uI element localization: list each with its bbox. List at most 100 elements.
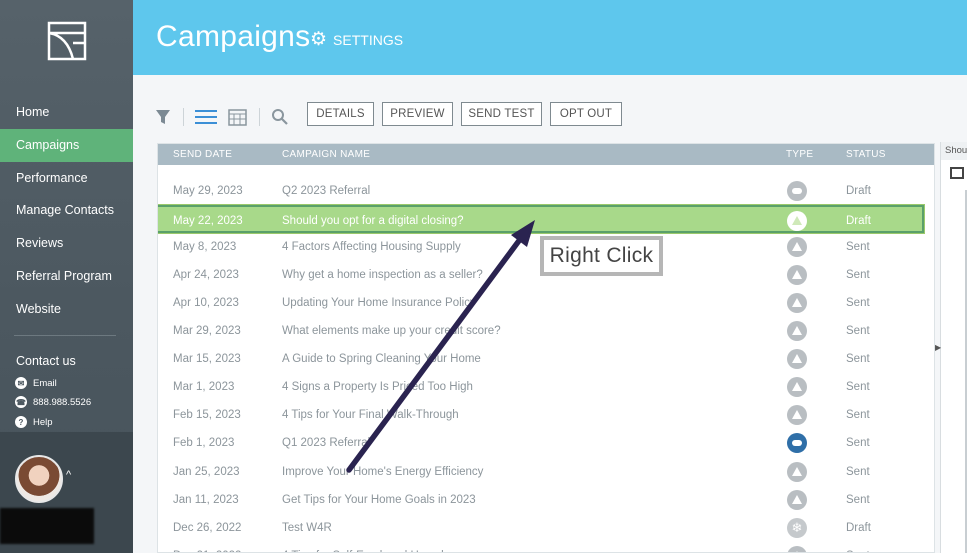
- nav-item-referral-program[interactable]: Referral Program: [0, 260, 133, 293]
- table-row[interactable]: Apr 10, 2023 Updating Your Home Insurance…: [158, 289, 934, 317]
- nav-item-home[interactable]: Home: [0, 96, 133, 129]
- nav-item-reviews[interactable]: Reviews: [0, 227, 133, 260]
- send-date-cell: May 8, 2023: [173, 241, 237, 254]
- campaign-name-cell: 4 Tips for Your Final Walk-Through: [282, 409, 459, 422]
- table-row[interactable]: Mar 15, 2023 A Guide to Spring Cleaning Y…: [158, 345, 934, 373]
- triangle-icon: [787, 321, 807, 342]
- gear-icon: ⚙: [310, 29, 328, 50]
- opt-out-button[interactable]: OPT OUT: [550, 102, 622, 126]
- avatar[interactable]: [15, 455, 63, 503]
- campaign-name-cell: 4 Signs a Property Is Priced Too High: [282, 381, 473, 394]
- campaign-name-cell: Test W4R: [282, 521, 332, 534]
- triangle-icon: [787, 211, 807, 232]
- triangle-icon: [787, 293, 807, 314]
- table-row[interactable]: Dec 21, 2022 4 Tips for Self-Employed Hom…: [158, 542, 934, 552]
- contact-help-label: Help: [33, 416, 53, 428]
- table-row[interactable]: Dec 26, 2022 Test W4R ❄ Draft: [158, 514, 934, 542]
- send-date-cell: Dec 21, 2022: [173, 550, 241, 552]
- triangle-icon: [787, 545, 807, 552]
- campaign-name-cell: Q1 2023 Referral: [282, 437, 371, 450]
- preview-button[interactable]: PREVIEW: [382, 102, 453, 126]
- table-row[interactable]: Mar 1, 2023 4 Signs a Property Is Priced …: [158, 373, 934, 401]
- right-click-callout: Right Click: [540, 236, 663, 276]
- send-date-cell: Jan 11, 2023: [173, 493, 239, 506]
- profile-panel[interactable]: ^: [0, 432, 133, 553]
- table-row[interactable]: Jan 11, 2023 Get Tips for Your Home Goals…: [158, 486, 934, 514]
- send-date-cell: Jan 25, 2023: [173, 465, 240, 478]
- campaign-name-cell: Should you opt for a digital closing?: [282, 215, 464, 228]
- campaign-name-cell: 4 Factors Affecting Housing Supply: [282, 241, 461, 254]
- column-header-send-date[interactable]: SEND DATE: [173, 149, 232, 160]
- nav-item-performance[interactable]: Performance: [0, 162, 133, 195]
- campaign-name-cell: Improve Your Home's Energy Efficiency: [282, 465, 484, 478]
- triangle-icon: [787, 461, 807, 482]
- settings-label: SETTINGS: [333, 31, 404, 48]
- table-row[interactable]: Feb 15, 2023 4 Tips for Your Final Walk-T…: [158, 401, 934, 429]
- status-cell: Draft: [846, 185, 871, 197]
- contact-help-link[interactable]: ? Help: [15, 416, 53, 428]
- table-row[interactable]: May 22, 2023 Should you opt for a digital…: [158, 205, 924, 234]
- status-cell: Sent: [846, 297, 870, 310]
- send-date-cell: Mar 29, 2023: [173, 325, 241, 338]
- redacted-name: [0, 508, 94, 544]
- send-date-cell: Feb 1, 2023: [173, 437, 235, 450]
- main-nav: Home Campaigns Performance Manage Contac…: [0, 96, 133, 326]
- status-cell: Sent: [846, 437, 870, 450]
- snowflake-icon: ❄: [787, 517, 807, 538]
- nav-item-campaigns[interactable]: Campaigns: [0, 128, 133, 162]
- table-row[interactable]: May 29, 2023 Q2 2023 Referral Draft: [158, 177, 934, 205]
- table-row[interactable]: Jan 25, 2023 Improve Your Home's Energy E…: [158, 458, 934, 486]
- contact-phone-link[interactable]: ☎ 888.988.5526: [15, 396, 91, 408]
- settings-button[interactable]: ⚙ SETTINGS: [310, 30, 403, 49]
- logo-icon[interactable]: [47, 21, 87, 61]
- page-title: Campaigns: [156, 20, 311, 53]
- column-header-campaign-name[interactable]: CAMPAIGN NAME: [282, 149, 370, 160]
- nav-item-website[interactable]: Website: [0, 293, 133, 326]
- triangle-icon: [787, 405, 807, 426]
- triangle-icon: [787, 377, 807, 398]
- status-cell: Sent: [846, 241, 870, 254]
- send-date-cell: Apr 10, 2023: [173, 297, 239, 310]
- contact-phone-label: 888.988.5526: [33, 396, 92, 408]
- contact-email-link[interactable]: ✉ Email: [15, 377, 57, 389]
- send-date-cell: Apr 24, 2023: [173, 269, 239, 282]
- send-date-cell: Feb 15, 2023: [173, 409, 241, 422]
- column-header-status[interactable]: STATUS: [846, 149, 886, 160]
- sidebar-divider: [14, 335, 116, 336]
- contact-card-icon[interactable]: [950, 167, 964, 179]
- panel-collapse-icon[interactable]: ▶: [935, 343, 941, 352]
- send-date-cell: May 22, 2023: [173, 215, 243, 228]
- details-button[interactable]: DETAILS: [307, 102, 374, 126]
- send-date-cell: Dec 26, 2022: [173, 521, 242, 534]
- campaign-name-cell: Why get a home inspection as a seller?: [282, 269, 483, 282]
- status-cell: Sent: [846, 269, 870, 282]
- campaign-name-cell: Get Tips for Your Home Goals in 2023: [282, 493, 476, 506]
- triangle-icon: [787, 237, 807, 258]
- status-cell: Sent: [846, 550, 870, 552]
- campaign-name-cell: A Guide to Spring Cleaning Your Home: [282, 353, 481, 366]
- header-bar: Campaigns ⚙ SETTINGS: [133, 0, 967, 75]
- status-cell: Sent: [846, 353, 870, 366]
- chevron-up-icon[interactable]: ^: [66, 469, 71, 481]
- triangle-icon: [787, 265, 807, 286]
- campaigns-table: SEND DATE CAMPAIGN NAME TYPE STATUS May …: [157, 143, 935, 553]
- status-cell: Sent: [846, 493, 870, 506]
- table-row[interactable]: Feb 1, 2023 Q1 2023 Referral Sent: [158, 429, 934, 457]
- toolbar-separator: [259, 108, 260, 126]
- status-cell: Sent: [846, 409, 870, 422]
- list-view-icon[interactable]: [195, 108, 217, 126]
- status-cell: Draft: [846, 215, 871, 228]
- table-row[interactable]: Mar 29, 2023 What elements make up your c…: [158, 317, 934, 345]
- triangle-icon: [787, 489, 807, 510]
- right-panel: Shou: [940, 142, 967, 553]
- status-cell: Sent: [846, 465, 870, 478]
- filter-icon[interactable]: [155, 108, 171, 126]
- calendar-icon[interactable]: [228, 108, 247, 126]
- contact-title: Contact us: [16, 354, 76, 368]
- search-icon[interactable]: [271, 108, 289, 126]
- send-test-button[interactable]: SEND TEST: [461, 102, 542, 126]
- campaign-name-cell: Updating Your Home Insurance Policy: [282, 297, 476, 310]
- toolbar: DETAILS PREVIEW SEND TEST OPT OUT: [155, 100, 635, 130]
- nav-item-manage-contacts[interactable]: Manage Contacts: [0, 194, 133, 227]
- column-header-type[interactable]: TYPE: [786, 149, 813, 160]
